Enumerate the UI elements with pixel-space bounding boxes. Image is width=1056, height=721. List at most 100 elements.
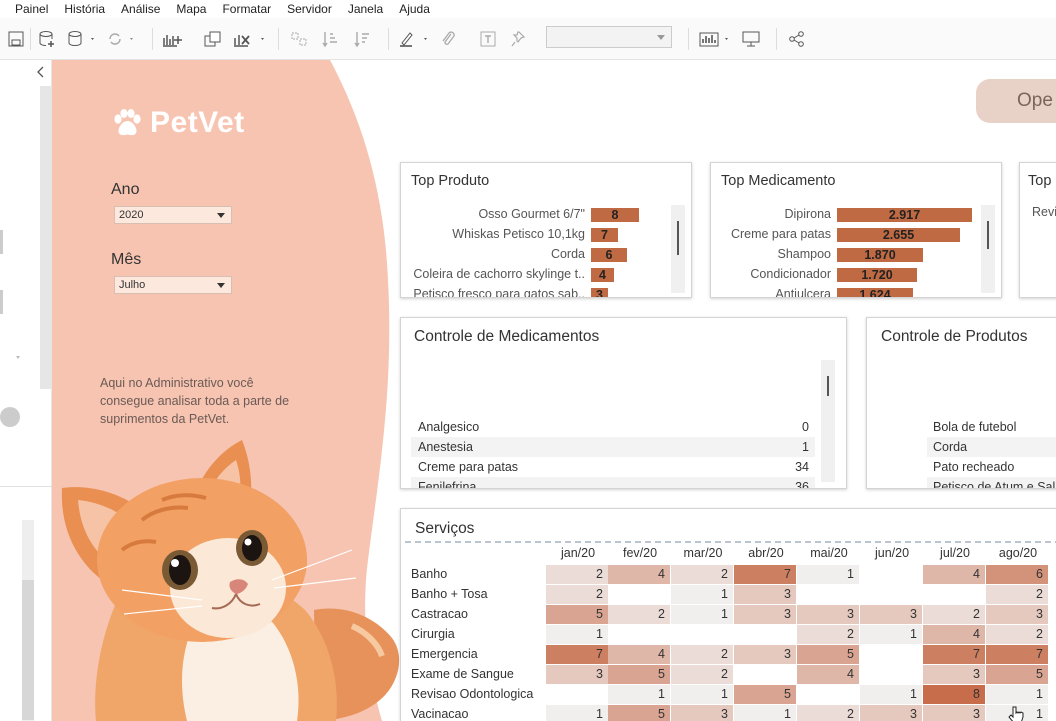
heatmap-cell[interactable]: 3 xyxy=(860,705,922,721)
menu-item-4[interactable]: Formatar xyxy=(222,2,271,16)
heatmap-cell[interactable] xyxy=(860,665,922,684)
share-icon[interactable] xyxy=(786,26,808,52)
bar[interactable]: 2.655 xyxy=(837,228,960,242)
heatmap-cell[interactable]: 2 xyxy=(986,585,1048,604)
heatmap-cell[interactable]: 3 xyxy=(734,605,796,624)
heatmap-cell[interactable]: 2 xyxy=(797,705,859,721)
menu-item-5[interactable]: Servidor xyxy=(287,2,332,16)
heatmap-cell[interactable]: 1 xyxy=(671,605,733,624)
menu-item-7[interactable]: Ajuda xyxy=(399,2,430,16)
heatmap-cell[interactable]: 2 xyxy=(671,645,733,664)
menu-item-0[interactable]: Painel xyxy=(15,2,48,16)
heatmap-cell[interactable]: 4 xyxy=(923,565,985,584)
bar[interactable]: 8 xyxy=(591,208,639,222)
heatmap-cell[interactable]: 2 xyxy=(608,605,670,624)
table-row[interactable]: Pato recheado xyxy=(927,457,1056,477)
heatmap-cell[interactable] xyxy=(734,625,796,644)
clear-icon[interactable] xyxy=(232,26,268,52)
heatmap-cell[interactable]: 5 xyxy=(986,665,1048,684)
sort-asc-icon[interactable] xyxy=(320,26,342,52)
heatmap-cell[interactable]: 8 xyxy=(923,685,985,704)
bar[interactable]: 6 xyxy=(591,248,627,262)
heatmap-cell[interactable] xyxy=(860,645,922,664)
heatmap-cell[interactable] xyxy=(923,585,985,604)
heatmap-cell[interactable] xyxy=(860,565,922,584)
swap-icon[interactable] xyxy=(288,26,310,52)
heatmap-cell[interactable] xyxy=(797,685,859,704)
save-icon[interactable] xyxy=(6,26,26,52)
pause-datasource-icon[interactable] xyxy=(66,26,96,52)
heatmap-cell[interactable]: 7 xyxy=(546,645,608,664)
heatmap-cell[interactable] xyxy=(608,625,670,644)
heatmap-cell[interactable]: 2 xyxy=(546,565,608,584)
heatmap-cell[interactable]: 2 xyxy=(671,565,733,584)
heatmap-cell[interactable]: 6 xyxy=(986,565,1048,584)
heatmap-cell[interactable]: 1 xyxy=(608,685,670,704)
heatmap-cell[interactable]: 2 xyxy=(986,625,1048,644)
table-row[interactable]: Bola de futebol xyxy=(927,417,1056,437)
heatmap-cell[interactable]: 1 xyxy=(671,585,733,604)
highlight-icon[interactable] xyxy=(398,26,432,52)
attach-icon[interactable] xyxy=(438,26,460,52)
menu-item-1[interactable]: História xyxy=(64,2,105,16)
menu-item-3[interactable]: Mapa xyxy=(176,2,206,16)
bar[interactable]: 3 xyxy=(591,288,608,297)
year-filter-select[interactable]: 2020 xyxy=(114,206,232,224)
heatmap-cell[interactable]: 1 xyxy=(671,685,733,704)
table-row[interactable]: Corda xyxy=(927,437,1056,457)
heatmap-cell[interactable] xyxy=(546,685,608,704)
open-button[interactable]: Ope xyxy=(976,79,1056,123)
heatmap-cell[interactable]: 3 xyxy=(923,705,985,721)
heatmap-cell[interactable]: 1 xyxy=(546,705,608,721)
bar[interactable]: 1.720 xyxy=(837,268,917,282)
heatmap-cell[interactable]: 5 xyxy=(608,665,670,684)
heatmap-cell[interactable]: 5 xyxy=(797,645,859,664)
show-me-icon[interactable] xyxy=(698,26,734,52)
bar[interactable]: 4 xyxy=(591,268,614,282)
scrollbar[interactable] xyxy=(671,205,685,293)
heatmap-cell[interactable]: 3 xyxy=(671,705,733,721)
heatmap-cell[interactable]: 4 xyxy=(608,565,670,584)
heatmap-cell[interactable]: 2 xyxy=(797,625,859,644)
bar[interactable]: 7 xyxy=(591,228,618,242)
heatmap-cell[interactable]: 1 xyxy=(546,625,608,644)
heatmap-cell[interactable] xyxy=(734,665,796,684)
fit-dropdown[interactable] xyxy=(546,26,672,48)
heatmap-cell[interactable] xyxy=(797,585,859,604)
heatmap-cell[interactable]: 7 xyxy=(986,645,1048,664)
pin-icon[interactable] xyxy=(508,26,530,52)
heatmap-cell[interactable]: 4 xyxy=(797,665,859,684)
month-filter-select[interactable]: Julho xyxy=(114,276,232,294)
scrollbar[interactable] xyxy=(981,205,995,293)
bar[interactable]: 1.870 xyxy=(837,248,923,262)
bar[interactable]: 2.917 xyxy=(837,208,972,222)
heatmap-cell[interactable]: 3 xyxy=(734,645,796,664)
heatmap-cell[interactable]: 1 xyxy=(860,685,922,704)
heatmap-cell[interactable]: 1 xyxy=(986,685,1048,704)
heatmap-cell[interactable]: 4 xyxy=(608,645,670,664)
heatmap-cell[interactable]: 5 xyxy=(546,605,608,624)
refresh-icon[interactable] xyxy=(106,26,136,52)
heatmap-cell[interactable]: 2 xyxy=(923,605,985,624)
menu-item-6[interactable]: Janela xyxy=(348,2,383,16)
table-row[interactable]: Analgesico 0 xyxy=(411,417,815,437)
heatmap-cell[interactable]: 3 xyxy=(546,665,608,684)
heatmap-cell[interactable]: 1 xyxy=(860,625,922,644)
heatmap-cell[interactable]: 3 xyxy=(734,585,796,604)
heatmap-cell[interactable]: 7 xyxy=(923,645,985,664)
heatmap-cell[interactable]: 2 xyxy=(671,665,733,684)
heatmap-cell[interactable]: 1 xyxy=(734,705,796,721)
heatmap-cell[interactable] xyxy=(608,585,670,604)
heatmap-cell[interactable]: 5 xyxy=(734,685,796,704)
table-row[interactable]: Fenilefrina 36 xyxy=(411,477,815,488)
menu-item-2[interactable]: Análise xyxy=(121,2,160,16)
heatmap-cell[interactable]: 5 xyxy=(608,705,670,721)
presentation-icon[interactable] xyxy=(740,26,762,52)
scrollbar[interactable] xyxy=(821,360,835,482)
bar[interactable]: 1.624 xyxy=(837,288,913,297)
sort-desc-icon[interactable] xyxy=(352,26,374,52)
duplicate-icon[interactable] xyxy=(202,26,224,52)
heatmap-cell[interactable]: 2 xyxy=(546,585,608,604)
heatmap-cell[interactable] xyxy=(860,585,922,604)
heatmap-cell[interactable] xyxy=(671,625,733,644)
